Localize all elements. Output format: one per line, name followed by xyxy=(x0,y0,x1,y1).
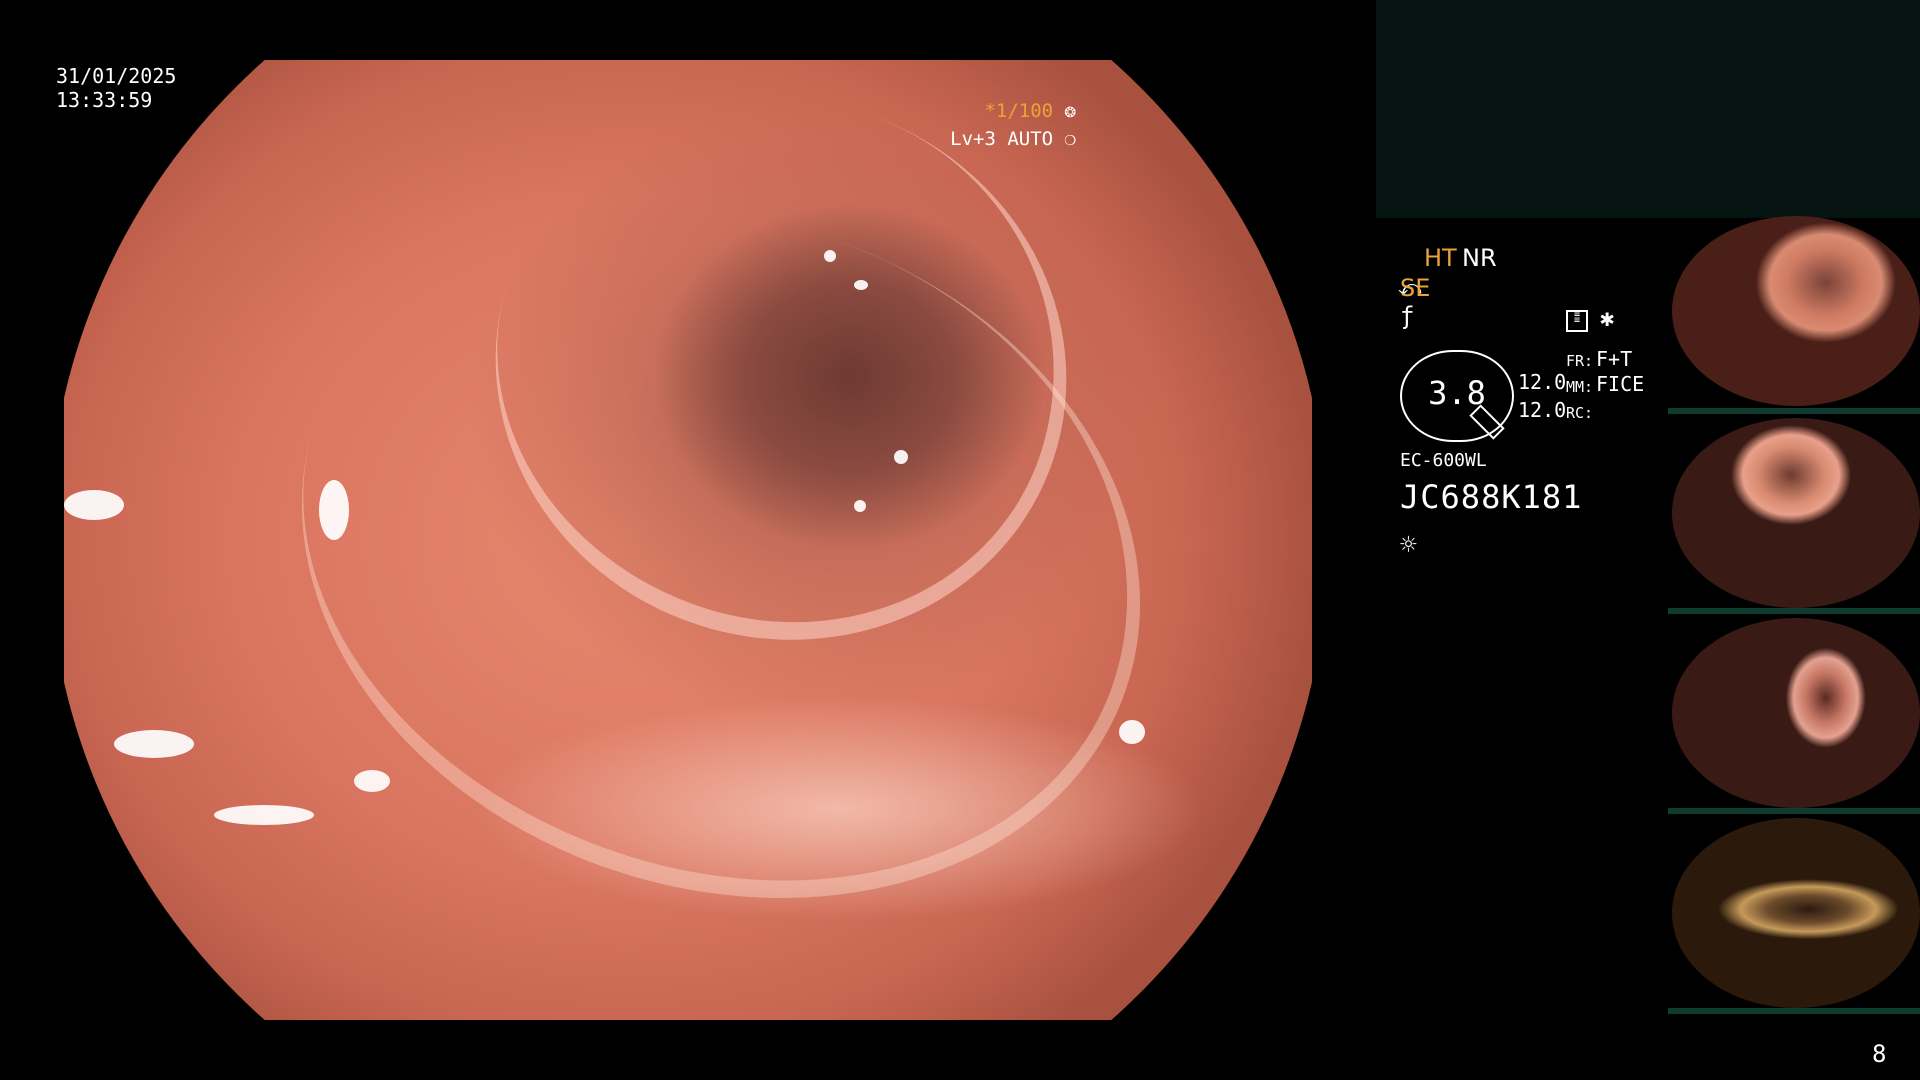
light-reflection xyxy=(824,250,836,262)
aperture-icon: ❂ xyxy=(1064,100,1076,122)
zoom-value: 3.8 xyxy=(1428,374,1486,412)
freeze-icon: ƒ xyxy=(1400,302,1415,330)
mm-key: MM: xyxy=(1566,378,1594,396)
scope-serial: JC688K181 xyxy=(1400,478,1583,516)
light-reflection xyxy=(64,490,124,520)
rc-key: RC: xyxy=(1566,404,1594,422)
thumbnail-bar xyxy=(1668,1008,1920,1014)
light-reflection xyxy=(854,500,866,512)
date-label: 31/01/2025 xyxy=(56,64,177,88)
level-label: Lv+3 AUTO xyxy=(950,128,1054,150)
light-reflection xyxy=(319,480,349,540)
value-2: 12.0 xyxy=(1518,398,1567,422)
thumbnail-bar xyxy=(1668,408,1920,414)
ht-indicator: HT xyxy=(1424,244,1457,272)
shutter-speed: *1/100 ❂ xyxy=(984,100,1076,122)
capture-thumbnail[interactable] xyxy=(1672,618,1920,808)
fr-key: FR: xyxy=(1566,352,1594,370)
brightness-icon: ☼ xyxy=(1400,528,1417,561)
light-reflection xyxy=(354,770,390,792)
memo-icon: ≡ ≡ xyxy=(1566,310,1588,332)
light-reflection xyxy=(114,730,194,758)
light-reflection xyxy=(1119,720,1145,744)
light-reflection xyxy=(854,280,868,290)
capture-thumbnail[interactable] xyxy=(1672,418,1920,608)
value-1: 12.0 xyxy=(1518,370,1567,394)
capture-thumbnail[interactable] xyxy=(1672,216,1920,406)
light-reflection xyxy=(894,450,908,464)
asterisk-icon: ✱ xyxy=(1600,304,1615,332)
iris-icon: ❍ xyxy=(1064,128,1076,150)
info-panel-blank xyxy=(1376,0,1920,218)
mucosal-fold xyxy=(211,104,1231,1004)
se-indicator: SE xyxy=(1400,274,1431,302)
time-label: 13:33:59 xyxy=(56,88,153,112)
shutter-label: *1/100 xyxy=(984,100,1054,122)
fr-value: F+T xyxy=(1596,347,1633,371)
light-reflection xyxy=(214,805,314,825)
capture-thumbnail[interactable] xyxy=(1672,818,1920,1008)
page-number: 8 xyxy=(1872,1040,1887,1068)
scope-model: EC-600WL xyxy=(1400,450,1487,471)
thumbnail-bar xyxy=(1668,808,1920,814)
mm-value: FICE xyxy=(1596,372,1645,396)
endoscope-view xyxy=(64,24,1312,1020)
light-level: Lv+3 AUTO ❍ xyxy=(950,128,1076,150)
thumbnail-bar xyxy=(1668,608,1920,614)
nr-indicator: NR xyxy=(1462,244,1497,272)
datetime: 31/01/2025 13:33:59 xyxy=(56,64,176,112)
